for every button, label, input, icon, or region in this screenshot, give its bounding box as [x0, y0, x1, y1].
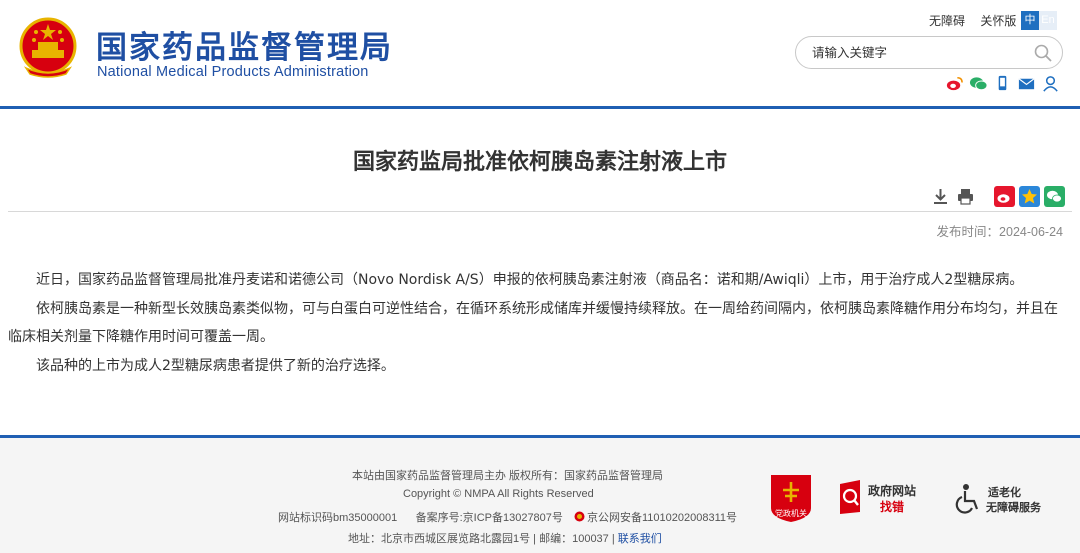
search-box — [795, 36, 1063, 69]
badge-dzjg-text: 党政机关 — [775, 508, 807, 518]
download-icon[interactable] — [930, 186, 951, 207]
party-government-badge-icon: 党政机关 — [771, 475, 811, 522]
mobile-icon[interactable] — [993, 74, 1012, 93]
mail-icon[interactable] — [1017, 74, 1036, 93]
footer-registration: 网站标识码bm35000001 备案序号:京ICP备13027807号 京公网安… — [278, 509, 737, 525]
party-government-badge[interactable]: 党政机关 — [768, 472, 814, 524]
article-paragraph: 该品种的上市为成人2型糖尿病患者提供了新的治疗选择。 — [36, 358, 395, 374]
site-id-text: 网站标识码bm35000001 — [278, 512, 398, 524]
search-icon[interactable] — [1033, 43, 1053, 63]
address-text: 地址：北京市西城区展览路北露园1号 | 邮编：100037 | — [348, 533, 615, 545]
badge-zhaocuo-sub: 找错 — [880, 499, 904, 514]
site-logo-cn[interactable]: 国家药品监督管理局 — [96, 22, 393, 67]
footer-sponsor: 本站由国家药品监督管理局主办 版权所有：国家药品监督管理局 — [352, 470, 664, 482]
article-tools — [930, 186, 1065, 207]
error-report-badge-icon: 政府网站 找错 — [840, 480, 916, 514]
elderly-accessibility-badge[interactable]: 适老化 无障碍服务 — [953, 482, 1048, 516]
print-icon[interactable] — [955, 186, 976, 207]
article-content: 近日，国家药品监督管理局批准丹麦诺和诺德公司（Novo Nordisk A/S）… — [8, 266, 1068, 381]
wheelchair-icon: 适老化 无障碍服务 — [955, 484, 1042, 514]
article-paragraph: 依柯胰岛素是一种新型长效胰岛素类似物，可与白蛋白可逆性结合，在循环系统形成储库并… — [8, 301, 1058, 345]
tool-gap — [980, 186, 990, 207]
user-icon[interactable] — [1041, 74, 1060, 93]
site-logo-en[interactable]: National Medical Products Administration — [97, 64, 369, 80]
lang-zh-button[interactable]: 中 — [1021, 11, 1039, 30]
accessibility-link[interactable]: 无障碍 — [929, 14, 965, 28]
lang-en-button[interactable]: En — [1039, 11, 1057, 30]
language-switch: 中 En — [1021, 11, 1057, 30]
police-record-link[interactable]: 京公网安备11010202008311号 — [587, 512, 737, 524]
footer-address: 地址：北京市西城区展览路北露园1号 | 邮编：100037 | 联系我们 — [348, 530, 662, 546]
gov-site-error-report-badge[interactable]: 政府网站 找错 — [838, 478, 928, 516]
social-links — [945, 74, 1060, 93]
article-paragraph: 近日，国家药品监督管理局批准丹麦诺和诺德公司（Novo Nordisk A/S）… — [36, 272, 1024, 288]
police-badge-icon — [574, 511, 585, 522]
badge-zhaocuo-title: 政府网站 — [868, 483, 916, 498]
badge-old-line1: 适老化 — [988, 485, 1021, 499]
search-input[interactable] — [812, 44, 1022, 62]
badge-old-line2: 无障碍服务 — [985, 500, 1042, 514]
top-links: 无障碍 关怀版 — [929, 12, 1028, 29]
header-divider — [0, 106, 1080, 109]
qzone-share-icon[interactable] — [1019, 186, 1040, 207]
care-mode-link[interactable]: 关怀版 — [980, 14, 1016, 28]
site-footer: 本站由国家药品监督管理局主办 版权所有：国家药品监督管理局 Copyright … — [0, 435, 1080, 553]
icp-link[interactable]: 备案序号:京ICP备13027807号 — [416, 512, 563, 524]
title-separator — [8, 211, 1072, 212]
wechat-share-icon[interactable] — [1044, 186, 1065, 207]
weibo-icon[interactable] — [945, 74, 964, 93]
weibo-share-icon[interactable] — [994, 186, 1015, 207]
site-header: 国家药品监督管理局 National Medical Products Admi… — [0, 0, 1080, 106]
footer-copyright: Copyright © NMPA All Rights Reserved — [403, 488, 594, 500]
national-emblem-icon — [19, 17, 77, 78]
article-title: 国家药监局批准依柯胰岛素注射液上市 — [352, 150, 727, 175]
contact-us-link[interactable]: 联系我们 — [618, 533, 662, 545]
wechat-icon[interactable] — [969, 74, 988, 93]
publish-date: 发布时间：2024-06-24 — [936, 225, 1063, 239]
